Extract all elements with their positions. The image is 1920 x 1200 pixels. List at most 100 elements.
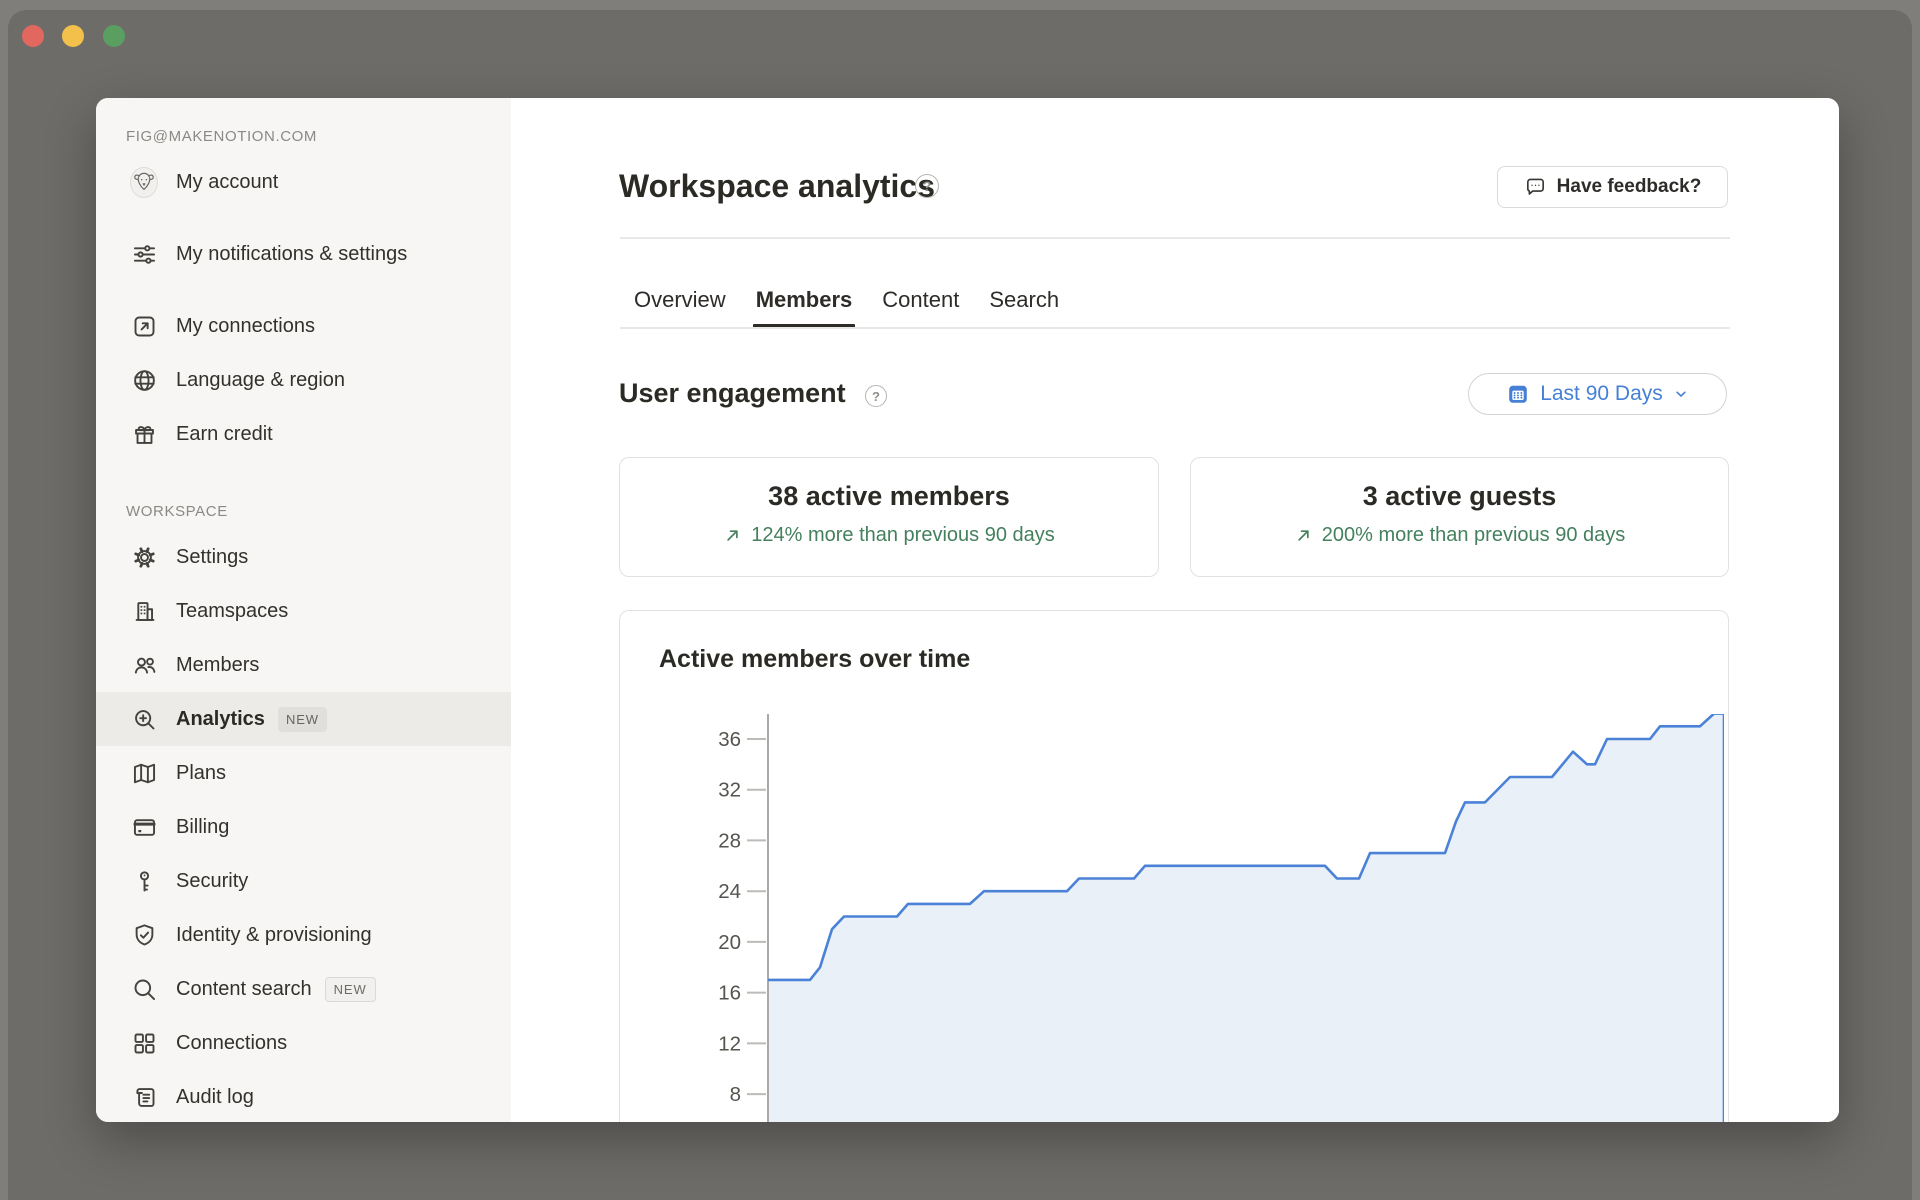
people-icon xyxy=(130,651,158,679)
sidebar-item-label: Members xyxy=(176,647,259,683)
workspace-section-label: WORKSPACE xyxy=(126,500,511,524)
sidebar-item-label: Earn credit xyxy=(176,416,273,452)
grid-icon xyxy=(130,1029,158,1057)
minimize-window-button[interactable] xyxy=(62,25,84,47)
sidebar-item-my-account[interactable]: My account xyxy=(96,155,511,209)
sidebar-item-plans[interactable]: Plans xyxy=(96,746,511,800)
sidebar-item-label: My connections xyxy=(176,308,315,344)
sidebar-item-security[interactable]: Security xyxy=(96,854,511,908)
svg-text:24: 24 xyxy=(718,880,741,903)
svg-text:16: 16 xyxy=(718,982,741,1005)
sliders-icon xyxy=(130,240,158,268)
avatar-icon xyxy=(130,168,158,196)
gift-icon xyxy=(130,420,158,448)
svg-text:8: 8 xyxy=(730,1083,741,1106)
avatar xyxy=(130,167,158,198)
key-icon xyxy=(130,867,158,895)
sidebar-item-label: Plans xyxy=(176,755,226,791)
sidebar-item-settings[interactable]: Settings xyxy=(96,530,511,584)
stat-delta-text: 124% more than previous 90 days xyxy=(751,524,1055,547)
have-feedback-button[interactable]: Have feedback? xyxy=(1497,166,1728,208)
active-members-chart-card: Active members over time 36 32 28 24 20 16 12 8 xyxy=(619,610,1729,1122)
arrow-up-right-square-icon xyxy=(130,312,158,340)
settings-modal: FIG@MAKENOTION.COM My account My notifica… xyxy=(96,98,1839,1122)
map-icon xyxy=(130,759,158,787)
sidebar-item-label: My notifications & settings xyxy=(176,236,407,272)
tab-search[interactable]: Search xyxy=(989,276,1059,324)
sidebar-item-label: My account xyxy=(176,164,278,200)
workspace-section: Settings Teamspaces Members Analytics NEW Pla… xyxy=(96,530,511,1122)
new-badge: NEW xyxy=(278,707,327,732)
tab-members[interactable]: Members xyxy=(756,276,853,324)
sidebar-item-label: Connections xyxy=(176,1025,287,1061)
desktop: FIG@MAKENOTION.COM My account My notifica… xyxy=(0,0,1920,1200)
analytics-main-panel: Workspace analytics ? Have feedback? xyxy=(511,98,1839,1122)
date-range-dropdown[interactable]: Last 90 Days xyxy=(1468,373,1727,415)
arrow-up-right-icon xyxy=(1294,526,1313,545)
sidebar-item-content-search[interactable]: Content search NEW xyxy=(96,962,511,1016)
sidebar-item-label: Billing xyxy=(176,809,229,845)
sidebar-item-label: Security xyxy=(176,863,248,899)
user-engagement-heading: User engagement xyxy=(619,378,846,409)
have-feedback-label: Have feedback? xyxy=(1557,176,1702,198)
tabs-divider xyxy=(620,327,1730,329)
active-members-card: 38 active members 124% more than previou… xyxy=(619,457,1159,577)
date-range-label: Last 90 Days xyxy=(1540,382,1663,406)
help-icon[interactable]: ? xyxy=(915,174,939,198)
magnifier-plus-icon xyxy=(130,705,158,733)
analytics-tabs: Overview Members Content Search xyxy=(634,276,1059,324)
calendar-icon xyxy=(1506,382,1530,406)
close-window-button[interactable] xyxy=(22,25,44,47)
page-title: Workspace analytics xyxy=(619,168,935,205)
sidebar-item-label: Teamspaces xyxy=(176,593,288,629)
stat-delta-text: 200% more than previous 90 days xyxy=(1322,524,1626,547)
sidebar-item-audit-log[interactable]: Audit log xyxy=(96,1070,511,1122)
sidebar-item-members[interactable]: Members xyxy=(96,638,511,692)
sidebar-item-label: Audit log xyxy=(176,1079,254,1115)
shield-check-icon xyxy=(130,921,158,949)
sidebar-item-label: Settings xyxy=(176,539,248,575)
chart-title: Active members over time xyxy=(659,645,970,674)
sidebar-item-connections[interactable]: Connections xyxy=(96,1016,511,1070)
sidebar-item-label: Analytics xyxy=(176,701,265,737)
header-divider xyxy=(620,237,1730,239)
stat-title: 3 active guests xyxy=(1191,481,1728,512)
sidebar-item-my-notifications-settings[interactable]: My notifications & settings xyxy=(96,209,511,299)
speech-bubble-icon xyxy=(1524,176,1547,199)
sidebar-item-analytics[interactable]: Analytics NEW xyxy=(96,692,511,746)
building-icon xyxy=(130,597,158,625)
globe-icon xyxy=(130,366,158,394)
chevron-down-icon xyxy=(1673,386,1689,402)
active-guests-card: 3 active guests 200% more than previous … xyxy=(1190,457,1729,577)
svg-text:28: 28 xyxy=(718,829,741,852)
stat-title: 38 active members xyxy=(620,481,1158,512)
sidebar-item-billing[interactable]: Billing xyxy=(96,800,511,854)
help-icon[interactable]: ? xyxy=(865,385,887,407)
tab-overview[interactable]: Overview xyxy=(634,276,726,324)
arrow-up-right-icon xyxy=(723,526,742,545)
sidebar-item-my-connections[interactable]: My connections xyxy=(96,299,511,353)
sidebar-item-label: Language & region xyxy=(176,362,345,398)
sidebar-item-earn-credit[interactable]: Earn credit xyxy=(96,407,511,461)
account-section: My account My notifications & settings My … xyxy=(96,155,511,461)
sidebar-item-label: Identity & provisioning xyxy=(176,917,372,953)
credit-card-icon xyxy=(130,813,158,841)
sidebar-item-language-region[interactable]: Language & region xyxy=(96,353,511,407)
magnifier-icon xyxy=(130,975,158,1003)
sidebar-item-teamspaces[interactable]: Teamspaces xyxy=(96,584,511,638)
svg-text:20: 20 xyxy=(718,931,741,954)
settings-sidebar: FIG@MAKENOTION.COM My account My notifica… xyxy=(96,98,511,1122)
svg-text:36: 36 xyxy=(718,728,741,751)
gear-icon xyxy=(130,543,158,571)
svg-text:12: 12 xyxy=(718,1032,741,1055)
svg-text:32: 32 xyxy=(718,779,741,802)
tab-content[interactable]: Content xyxy=(882,276,959,324)
macos-app-window: FIG@MAKENOTION.COM My account My notifica… xyxy=(8,10,1912,1200)
sidebar-item-label: Content search xyxy=(176,971,312,1007)
active-members-area-chart: 36 32 28 24 20 16 12 8 xyxy=(708,714,1724,1122)
sidebar-item-identity-provisioning[interactable]: Identity & provisioning xyxy=(96,908,511,962)
scroll-icon xyxy=(130,1083,158,1111)
zoom-window-button[interactable] xyxy=(103,25,125,47)
new-badge: NEW xyxy=(325,977,376,1002)
account-email-label: FIG@MAKENOTION.COM xyxy=(126,123,511,151)
